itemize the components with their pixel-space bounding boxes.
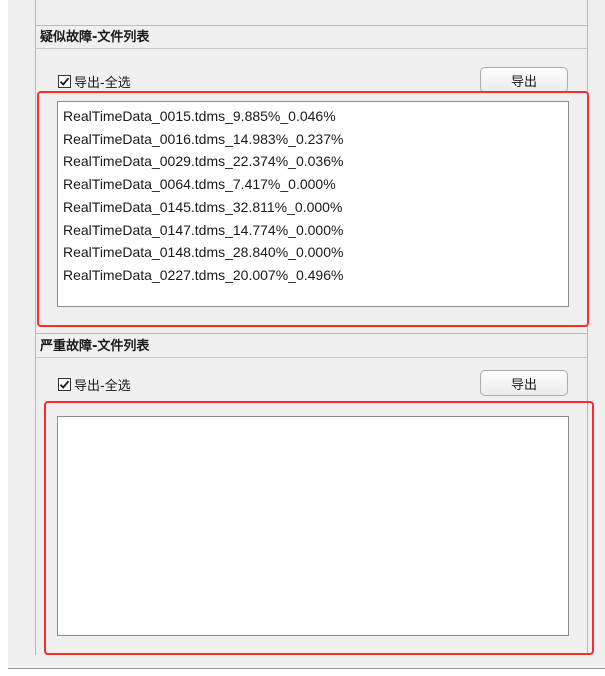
panel2-export-button[interactable]: 导出 — [480, 370, 568, 396]
window-bottom-border — [8, 668, 605, 669]
panel2-highlight-box — [44, 401, 594, 655]
panel1-select-all-checkbox[interactable] — [58, 75, 71, 88]
checkmark-icon — [59, 77, 70, 86]
panel2-select-all[interactable]: 导出-全选 — [58, 375, 131, 394]
panel1-select-all-label: 导出-全选 — [74, 76, 131, 91]
panel2-select-all-checkbox[interactable] — [58, 378, 71, 391]
previous-panel-bottom — [35, 0, 588, 26]
app-window: 疑似故障-文件列表 导出-全选 导出 RealTimeData_0015.tdm… — [0, 0, 605, 676]
panel1-highlight-box — [37, 91, 589, 327]
panel2-title: 严重故障-文件列表 — [36, 336, 587, 358]
panel2-select-all-label: 导出-全选 — [74, 379, 131, 394]
panel-separator — [36, 333, 587, 334]
panel1-title: 疑似故障-文件列表 — [36, 27, 587, 49]
panel1-select-all[interactable]: 导出-全选 — [58, 72, 131, 91]
checkmark-icon — [59, 380, 70, 389]
panel1-export-button[interactable]: 导出 — [480, 67, 568, 93]
